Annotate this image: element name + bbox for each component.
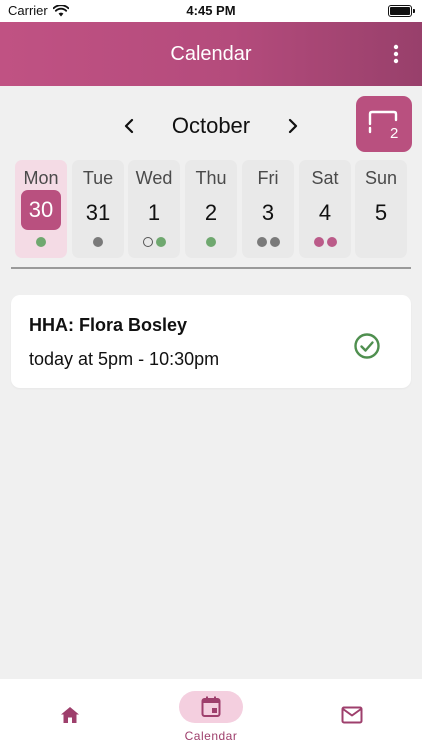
bottom-navigation: Calendar — [0, 679, 422, 750]
day-name: Wed — [135, 168, 173, 188]
event-dot-green — [155, 237, 166, 247]
view-mode-icon: 2 — [368, 110, 398, 142]
page-title: Calendar — [170, 42, 252, 65]
day-name: Sun — [364, 168, 398, 188]
event-dot-green — [206, 237, 216, 247]
nav-home[interactable] — [0, 679, 140, 750]
day-name: Thu — [195, 168, 227, 188]
event-dot-pink — [313, 237, 324, 247]
view-mode-button[interactable]: 2 — [356, 96, 412, 152]
app-bar: Calendar — [0, 22, 422, 86]
day-tue[interactable]: Tue 31 — [72, 160, 124, 258]
day-wed[interactable]: Wed 1 — [128, 160, 180, 258]
next-month-button[interactable] — [281, 114, 305, 138]
check-circle-icon — [354, 333, 380, 359]
event-dots — [72, 237, 124, 247]
status-bar: Carrier 4:45 PM — [0, 0, 422, 22]
more-vertical-icon[interactable] — [386, 44, 406, 64]
week-strip: Mon 30 Tue 31 Wed 1 Thu 2 Fri 3 Sat 4 Sun 5 — [15, 160, 407, 258]
day-name: Fri — [257, 168, 279, 188]
event-dot-gray — [256, 237, 267, 247]
nav-messages[interactable] — [282, 679, 422, 750]
previous-month-button[interactable] — [117, 114, 141, 138]
day-name: Sat — [311, 168, 339, 188]
chevron-left-icon — [124, 118, 134, 134]
event-dot-gray — [93, 237, 103, 247]
day-mon[interactable]: Mon 30 — [15, 160, 67, 258]
day-thu[interactable]: Thu 2 — [185, 160, 237, 258]
month-label: October — [171, 113, 251, 138]
event-dot-hollow — [142, 237, 153, 247]
mail-icon — [340, 703, 364, 727]
nav-calendar-label: Calendar — [184, 729, 238, 743]
event-dot-gray — [269, 237, 280, 247]
event-dots — [242, 237, 294, 247]
day-sat[interactable]: Sat 4 — [299, 160, 351, 258]
day-sun[interactable]: Sun 5 — [355, 160, 407, 258]
day-number: 1 — [147, 200, 161, 225]
day-number: 31 — [85, 200, 111, 225]
event-dots — [128, 237, 180, 247]
visit-card[interactable]: HHA: Flora Bosley today at 5pm - 10:30pm — [11, 295, 411, 388]
view-mode-count: 2 — [390, 125, 398, 142]
day-number: 3 — [261, 200, 275, 225]
divider — [11, 267, 411, 269]
nav-calendar[interactable]: Calendar — [141, 679, 281, 750]
event-dot-pink — [326, 237, 337, 247]
visit-time: today at 5pm - 10:30pm — [29, 349, 220, 369]
event-dot-green — [36, 237, 46, 247]
day-number: 2 — [204, 200, 218, 225]
day-fri[interactable]: Fri 3 — [242, 160, 294, 258]
day-number: 4 — [318, 200, 332, 225]
event-dots — [15, 237, 67, 247]
event-dots — [299, 237, 351, 247]
home-icon — [58, 703, 82, 727]
day-number: 30 — [21, 190, 61, 230]
day-name: Tue — [82, 168, 114, 188]
chevron-right-icon — [288, 118, 298, 134]
event-dots — [185, 237, 237, 247]
status-time: 4:45 PM — [186, 3, 236, 18]
day-name: Mon — [23, 168, 59, 188]
day-number: 5 — [374, 200, 388, 225]
calendar-icon — [199, 695, 223, 719]
visit-title: HHA: Flora Bosley — [29, 315, 188, 335]
battery-icon — [388, 5, 415, 17]
